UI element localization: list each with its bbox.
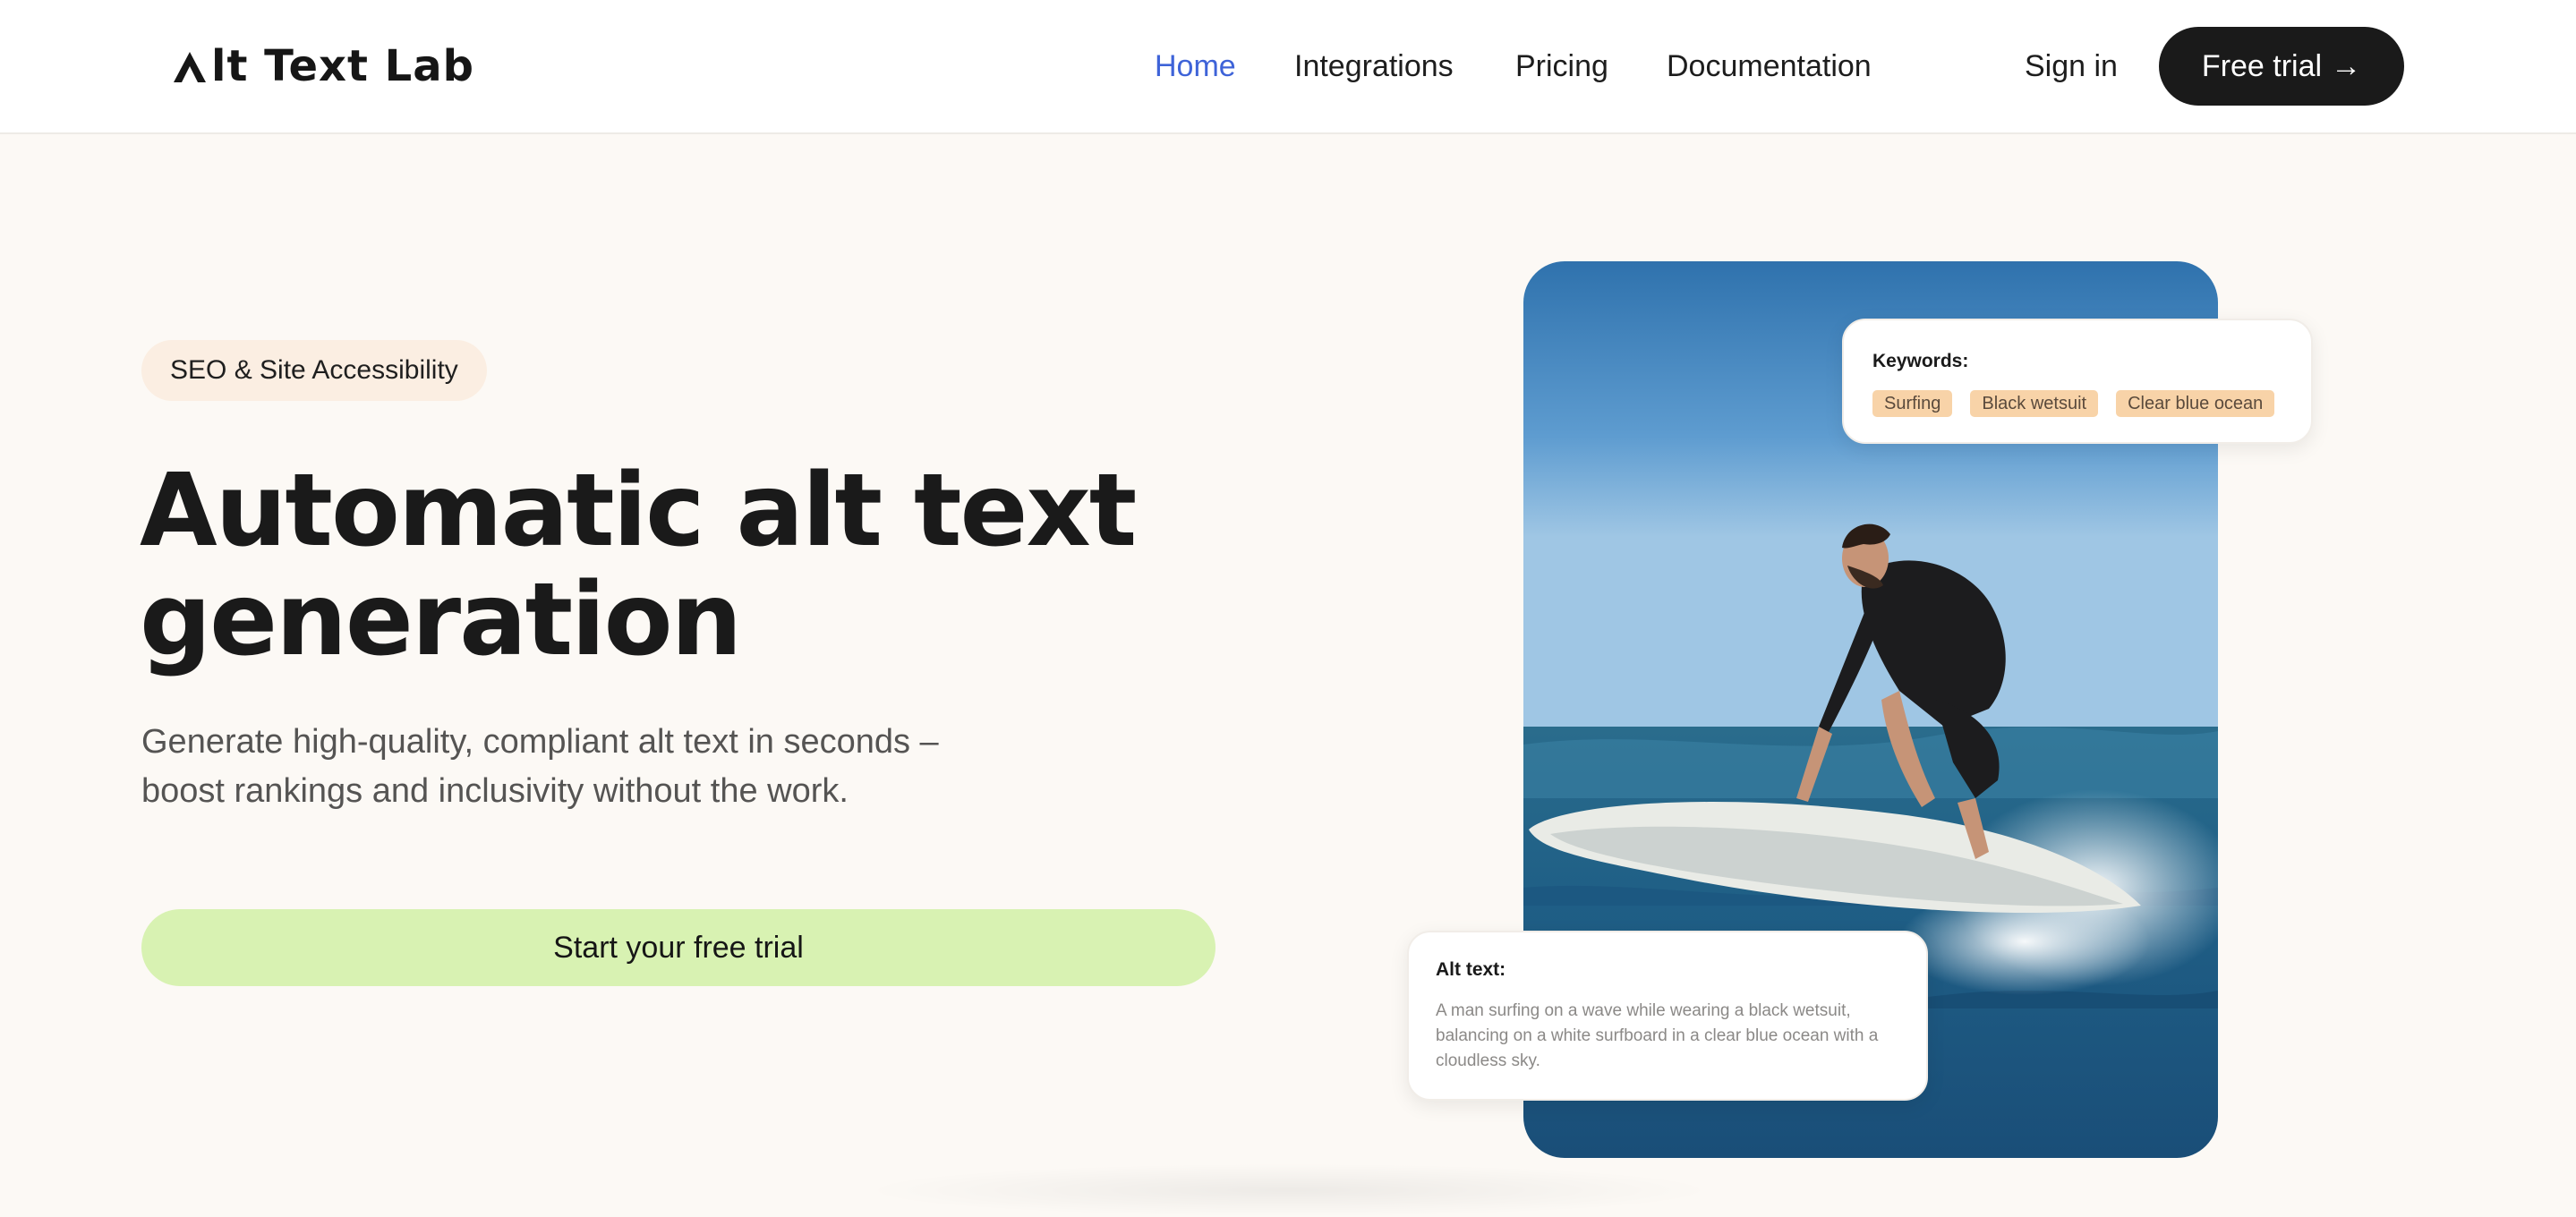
start-free-trial-button[interactable]: Start your free trial [141,909,1215,986]
keywords-title: Keywords: [1872,351,1969,371]
logo-a-icon [174,52,206,82]
hero-title: Automatic alt text generation [140,456,1214,675]
logo-text: lt Text Lab [211,41,474,91]
hero-title-line-1: Automatic alt text [140,453,1137,569]
site-header: lt Text Lab Home Integrations Pricing Do… [0,0,2576,134]
nav-home[interactable]: Home [1155,47,1236,86]
free-trial-button[interactable]: Free trial → [2159,27,2404,106]
nav-pricing[interactable]: Pricing [1515,47,1608,86]
keyword-chip: Clear blue ocean [2116,390,2275,417]
alt-text-body: A man surfing on a wave while wearing a … [1436,1001,1879,1070]
hero-subtitle: Generate high-quality, compliant alt tex… [141,718,1036,816]
hero-title-line-2: generation [140,562,742,678]
section-divider-shadow [859,1163,1719,1217]
keywords-card: Keywords: Surfing Black wetsuit Clear bl… [1842,319,2313,444]
free-trial-label: Free trial [2201,48,2323,83]
sign-in-link[interactable]: Sign in [2025,47,2118,86]
nav-documentation[interactable]: Documentation [1667,47,1872,86]
alt-text-card: Alt text: A man surfing on a wave while … [1407,931,1928,1101]
keyword-chips: Surfing Black wetsuit Clear blue ocean [1872,390,2275,417]
nav-integrations[interactable]: Integrations [1294,47,1454,86]
keyword-chip: Black wetsuit [1970,390,2099,417]
arrow-right-icon: → [2331,48,2362,83]
hero-subtitle-line-1: Generate high-quality, compliant alt tex… [141,723,939,761]
alt-text-title: Alt text: [1436,959,1506,980]
logo[interactable]: lt Text Lab [170,38,474,95]
hero-subtitle-line-2: boost rankings and inclusivity without t… [141,772,849,810]
keyword-chip: Surfing [1872,390,1953,417]
category-badge: SEO & Site Accessibility [141,340,487,401]
